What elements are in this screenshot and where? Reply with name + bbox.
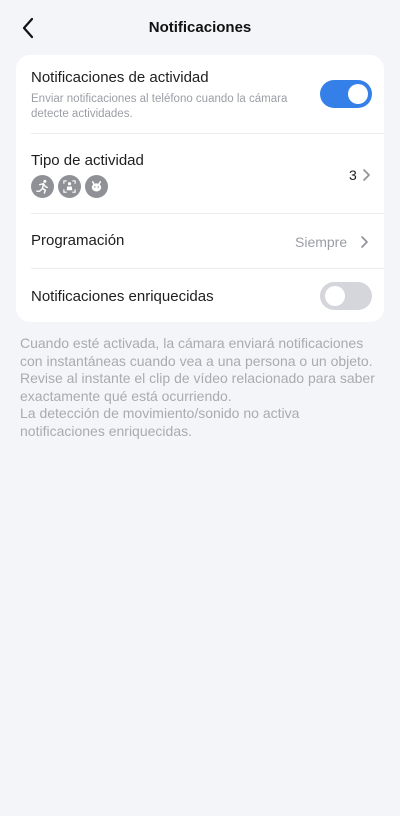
toggle-knob (348, 84, 368, 104)
motion-icon (31, 175, 54, 198)
rich-notifications-toggle[interactable] (320, 282, 372, 310)
activity-notifications-row: Notificaciones de actividad Enviar notif… (16, 55, 384, 133)
page-title: Notificaciones (148, 19, 252, 36)
settings-card: Notificaciones de actividad Enviar notif… (16, 55, 384, 322)
activity-notifications-toggle[interactable] (320, 80, 372, 108)
schedule-row[interactable]: Programación Siempre (16, 214, 384, 268)
activity-type-row[interactable]: Tipo de actividad 3 (16, 134, 384, 213)
rich-notifications-footnote: Cuando esté activada, la cámara enviará … (20, 335, 375, 439)
chevron-right-icon (361, 236, 368, 248)
activity-notifications-label: Notificaciones de actividad (31, 69, 209, 86)
activity-type-count: 3 (349, 167, 357, 183)
rich-notifications-row: Notificaciones enriquecidas (16, 269, 384, 322)
activity-notifications-description: Enviar notificaciones al teléfono cuando… (31, 93, 288, 120)
rich-notifications-label: Notificaciones enriquecidas (31, 288, 214, 305)
top-bar: Notificaciones (0, 0, 400, 56)
toggle-knob (325, 286, 345, 306)
schedule-value: Siempre (295, 234, 348, 250)
chevron-right-icon (363, 169, 370, 181)
activity-type-label: Tipo de actividad (31, 152, 144, 169)
pet-icon (85, 175, 108, 198)
person-icon (58, 175, 81, 198)
schedule-label: Programación (31, 232, 125, 249)
